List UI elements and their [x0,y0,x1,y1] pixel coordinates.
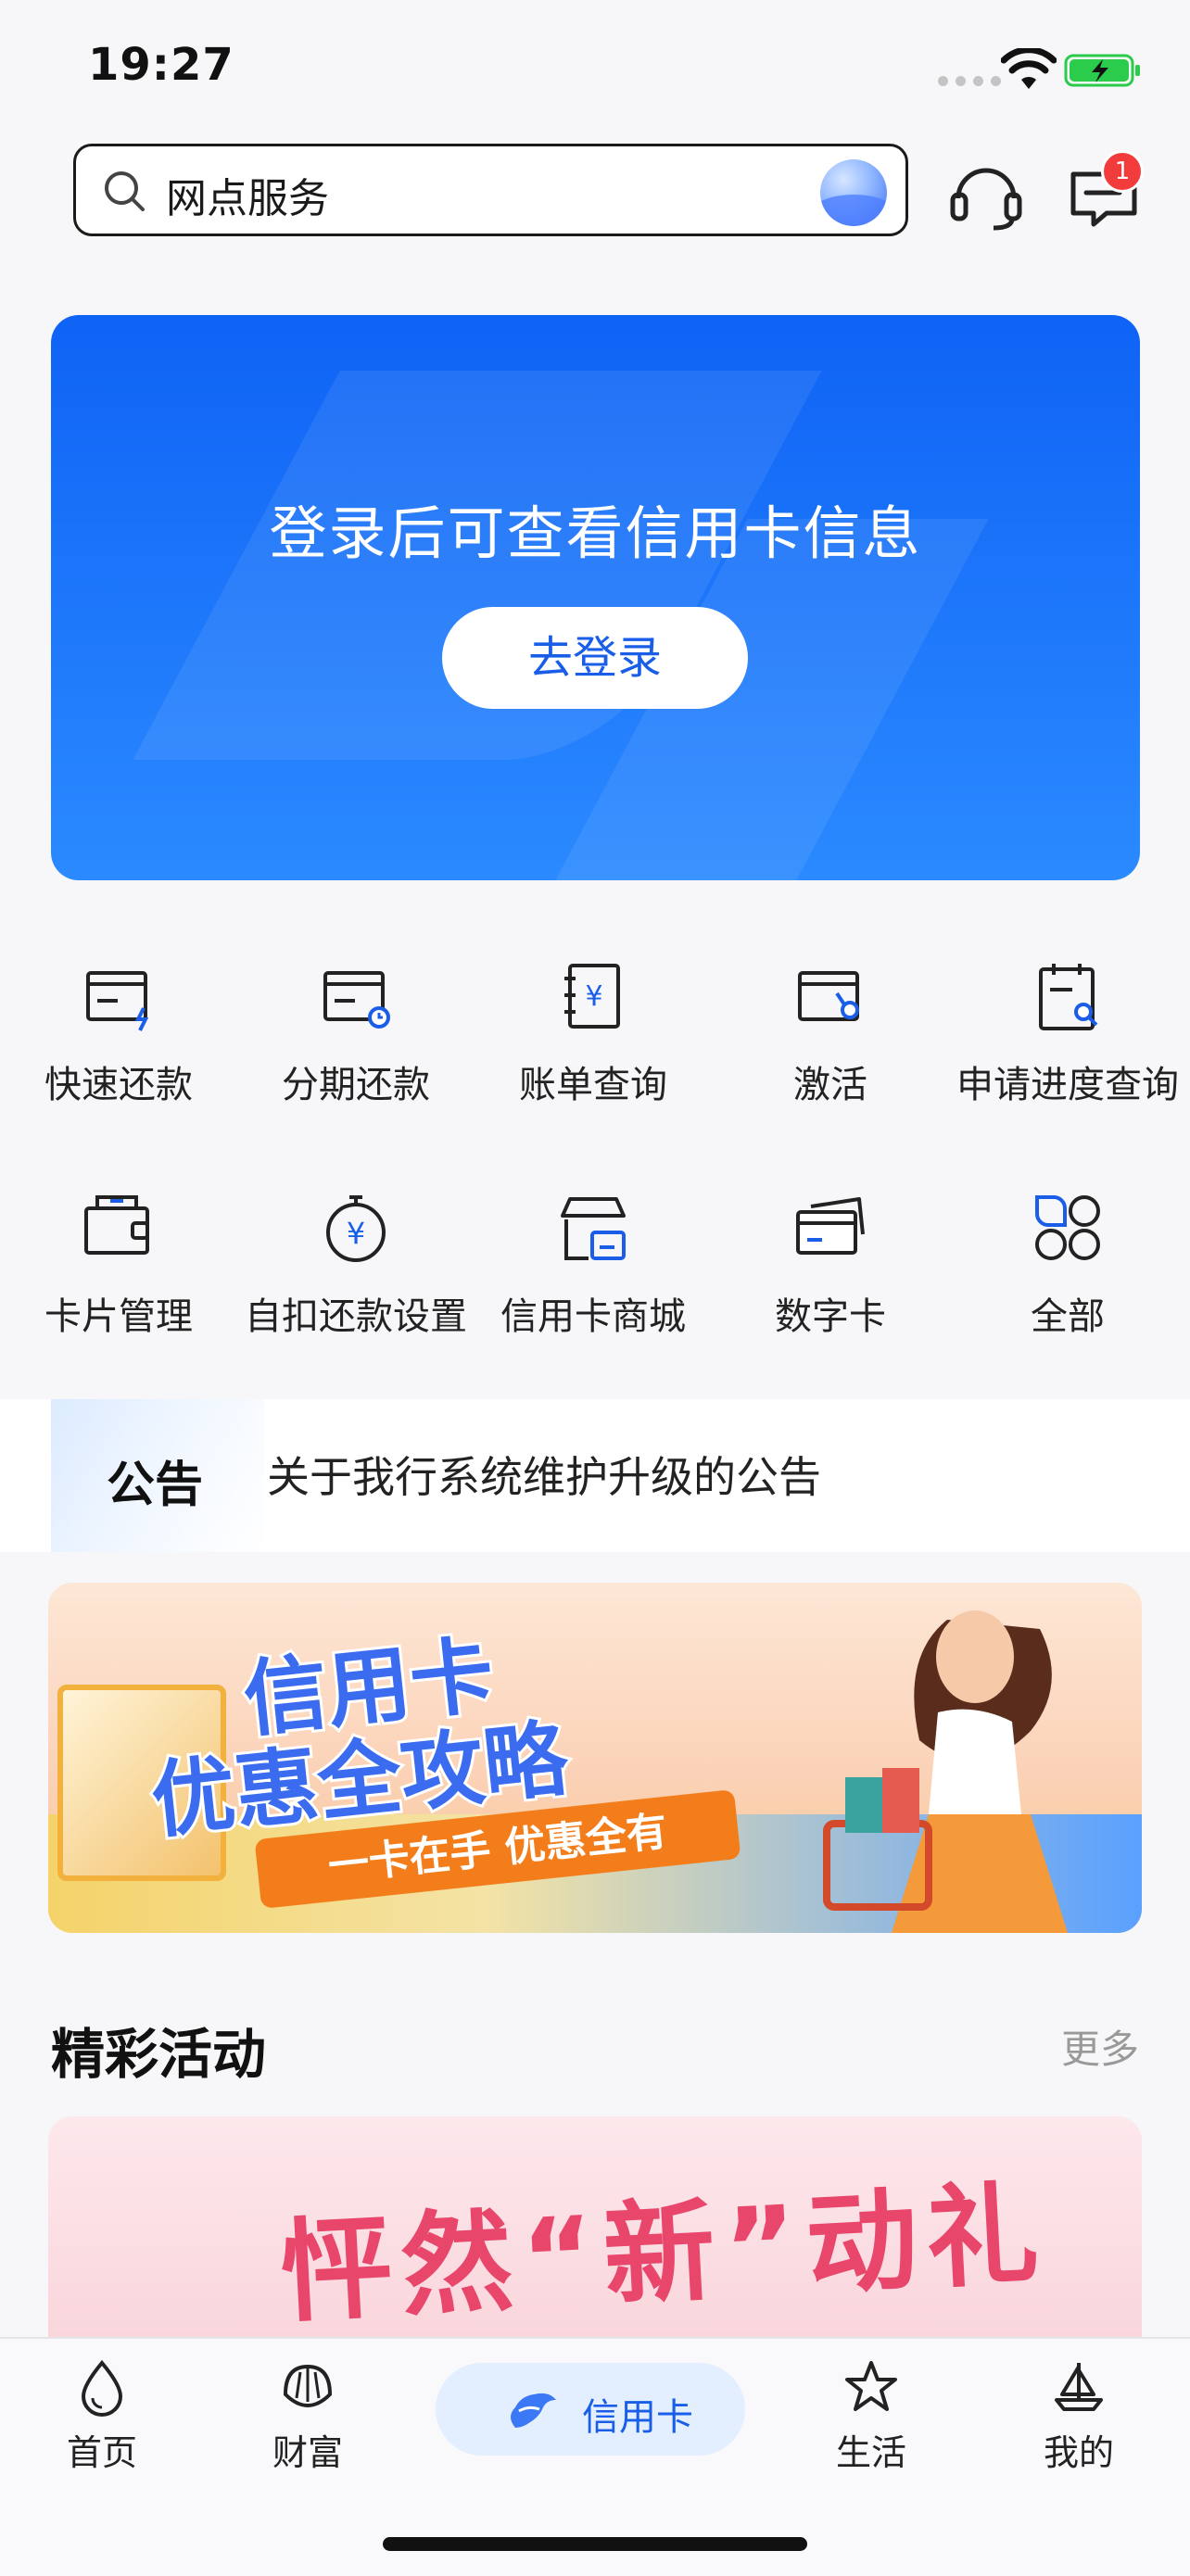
card-manage-icon [84,1195,149,1255]
mine-icon [1055,2363,1103,2411]
notice-text[interactable]: 关于我行系统维护升级的公告 [267,1444,821,1505]
login-button[interactable]: 去登录 [442,607,748,709]
grid-item-mall[interactable]: 信用卡商城 [475,1186,712,1381]
activities-more-link[interactable]: 更多 [1061,2018,1139,2075]
life-icon [845,2361,897,2411]
grid-item-bill-query[interactable]: ¥ 账单查询 [475,954,712,1149]
svg-text:¥: ¥ [347,1216,365,1251]
bill-query-icon: ¥ [564,964,620,1029]
grid-item-activate[interactable]: 激活 [712,954,949,1149]
credit-card-icon [511,2393,556,2428]
activity-card-text: 怦然“新”动礼 [277,2169,1051,2339]
tab-credit-card[interactable]: 信用卡 [436,2363,745,2456]
grid-item-card-manage[interactable]: 卡片管理 [0,1186,237,1381]
activities-title: 精彩活动 [51,2023,267,2086]
cellular-signal-icon [938,76,1001,86]
tab-home[interactable]: 首页 [37,2357,167,2475]
login-prompt: 登录后可查看信用卡信息 [269,499,922,567]
home-indicator [383,2537,807,2551]
customer-service-icon[interactable] [947,158,1025,232]
mall-icon [561,1197,626,1260]
grid-item-application-progress[interactable]: 申请进度查询 [949,954,1186,1149]
search-bar[interactable]: 网点服务 [73,144,908,236]
grid-item-quick-repay[interactable]: 快速还款 [0,954,237,1149]
activate-icon [798,971,859,1021]
tab-mine[interactable]: 我的 [1014,2357,1144,2475]
application-progress-icon [1039,964,1098,1030]
grid-item-auto-debit[interactable]: ¥ 自扣还款设置 [237,1186,475,1381]
svg-text:¥: ¥ [585,980,602,1013]
voice-assistant-icon[interactable] [820,159,887,226]
all-icon [1035,1195,1100,1260]
grid-item-digital-card[interactable]: 数字卡 [712,1186,949,1381]
activity-card[interactable]: 怦然“新”动礼 [48,2116,1142,2339]
search-icon [105,171,145,211]
shopping-girl-illustration [823,1610,1068,1933]
tab-life[interactable]: 生活 [806,2357,936,2475]
battery-icon [1064,54,1140,87]
tab-wealth[interactable]: 财富 [243,2357,373,2475]
notice-tag: 公告 [51,1399,264,1552]
message-badge: 1 [1101,150,1144,193]
installment-icon [323,971,390,1029]
quick-repay-icon [86,971,149,1031]
login-banner: 登录后可查看信用卡信息 去登录 [51,315,1140,880]
promo-banner[interactable]: 信用卡 优惠全攻略 一卡在手 优惠全有 [48,1583,1142,1933]
home-icon [81,2359,123,2417]
auto-debit-icon: ¥ [326,1195,386,1262]
status-time: 19:27 [88,39,234,91]
digital-card-icon [796,1197,865,1255]
grid-item-all[interactable]: 全部 [949,1186,1186,1381]
wealth-icon [283,2364,333,2408]
search-input[interactable]: 网点服务 [166,165,329,224]
grid-item-installment[interactable]: 分期还款 [237,954,475,1149]
notice-bar[interactable]: 公告 关于我行系统维护升级的公告 [0,1399,1190,1552]
wifi-icon [1001,48,1057,89]
